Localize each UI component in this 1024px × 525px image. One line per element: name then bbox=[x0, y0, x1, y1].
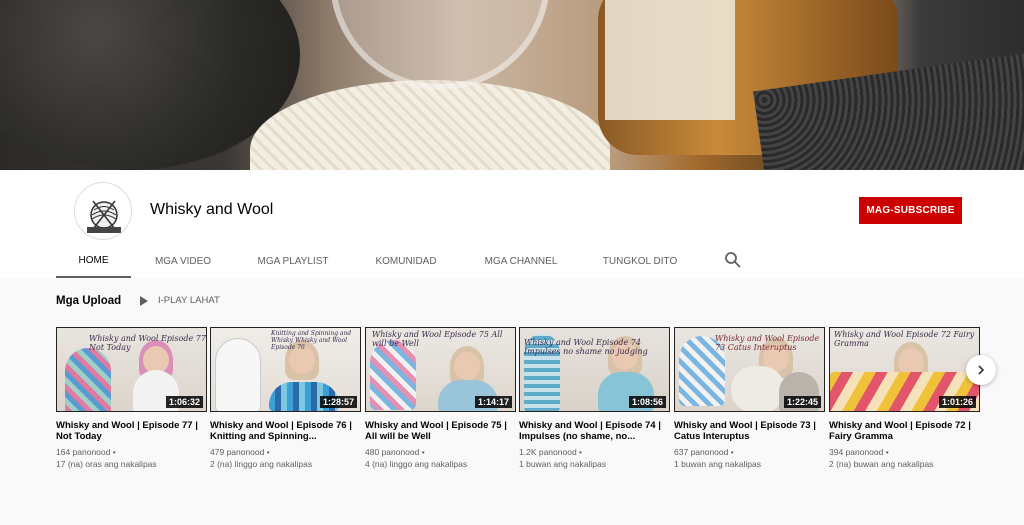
video-views: 394 panonood bbox=[829, 447, 884, 457]
video-title[interactable]: Whisky and Wool | Episode 77 | Not Today bbox=[56, 420, 207, 442]
banner-white-yarn bbox=[250, 80, 610, 170]
banner-bottle-label bbox=[605, 0, 735, 120]
channel-name: Whisky and Wool bbox=[150, 201, 274, 218]
video-views: 164 panonood bbox=[56, 447, 111, 457]
video-thumbnail[interactable]: Whisky and Wool Episode 73 Catus Interup… bbox=[674, 327, 825, 412]
thumbnail-caption: Whisky and Wool Episode 77 Not Today bbox=[89, 334, 206, 352]
video-card[interactable]: Whisky and Wool Episode 75 All will be W… bbox=[365, 327, 516, 470]
video-duration: 1:22:45 bbox=[783, 396, 821, 408]
thumbnail-caption: Whisky and Wool Episode 74 Impulses no s… bbox=[524, 338, 648, 356]
video-title[interactable]: Whisky and Wool | Episode 73 | Catus Int… bbox=[674, 420, 825, 442]
video-views: 1.2K panonood bbox=[519, 447, 577, 457]
thumbnail-caption: Knitting and Spinning and Whisky Whisky … bbox=[271, 330, 352, 351]
video-thumbnail[interactable]: Knitting and Spinning and Whisky Whisky … bbox=[210, 327, 361, 412]
video-title[interactable]: Whisky and Wool | Episode 74 | Impulses … bbox=[519, 420, 670, 442]
video-duration: 1:28:57 bbox=[319, 396, 357, 408]
video-title[interactable]: Whisky and Wool | Episode 72 | Fairy Gra… bbox=[829, 420, 980, 442]
video-age: 2 (na) linggo ang nakalipas bbox=[210, 459, 313, 469]
channel-tabs: HOME MGA VIDEO MGA PLAYLIST KOMUNIDAD MG… bbox=[0, 244, 1024, 278]
tab-playlists[interactable]: MGA PLAYLIST bbox=[249, 244, 337, 278]
uploads-title[interactable]: Mga Upload bbox=[56, 295, 121, 307]
video-age: 2 (na) buwan ang nakalipas bbox=[829, 459, 934, 469]
thumbnail-caption: Whisky and Wool Episode 73 Catus Interup… bbox=[715, 334, 820, 352]
tab-community[interactable]: KOMUNIDAD bbox=[366, 244, 446, 278]
tab-about[interactable]: TUNGKOL DITO bbox=[594, 244, 686, 278]
play-all-label: I-PLAY LAHAT bbox=[158, 295, 220, 306]
video-card[interactable]: Whisky and Wool Episode 77 Not Today 1:0… bbox=[56, 327, 207, 470]
tab-channels[interactable]: MGA CHANNEL bbox=[475, 244, 567, 278]
subscribe-button[interactable]: MAG-SUBSCRIBE bbox=[859, 197, 962, 224]
tab-videos[interactable]: MGA VIDEO bbox=[143, 244, 223, 278]
video-age: 1 buwan ang nakalipas bbox=[519, 459, 606, 469]
search-icon[interactable] bbox=[724, 251, 742, 269]
video-card[interactable]: Knitting and Spinning and Whisky Whisky … bbox=[210, 327, 361, 470]
thumbnail-caption: Whisky and Wool Episode 75 All will be W… bbox=[372, 330, 503, 348]
video-duration: 1:08:56 bbox=[628, 396, 666, 408]
tab-home[interactable]: HOME bbox=[56, 244, 131, 278]
thumbnail-caption: Whisky and Wool Episode 72 Fairy Gramma bbox=[834, 330, 975, 348]
play-all-button[interactable]: I-PLAY LAHAT bbox=[140, 295, 220, 306]
chevron-right-icon bbox=[978, 365, 985, 375]
video-duration: 1:14:17 bbox=[474, 396, 512, 408]
video-thumbnail[interactable]: Whisky and Wool Episode 77 Not Today 1:0… bbox=[56, 327, 207, 412]
video-views: 480 panonood bbox=[365, 447, 420, 457]
play-icon bbox=[140, 295, 148, 306]
video-thumbnail[interactable]: Whisky and Wool Episode 75 All will be W… bbox=[365, 327, 516, 412]
video-title[interactable]: Whisky and Wool | Episode 75 | All will … bbox=[365, 420, 516, 442]
video-thumbnail[interactable]: Whisky and Wool Episode 72 Fairy Gramma … bbox=[829, 327, 980, 412]
video-age: 17 (na) oras ang nakalipas bbox=[56, 459, 157, 469]
channel-banner bbox=[0, 0, 1024, 170]
video-card[interactable]: Whisky and Wool Episode 74 Impulses no s… bbox=[519, 327, 670, 470]
video-views: 479 panonood bbox=[210, 447, 265, 457]
video-card[interactable]: Whisky and Wool Episode 73 Catus Interup… bbox=[674, 327, 825, 470]
video-duration: 1:06:32 bbox=[165, 396, 203, 408]
video-title[interactable]: Whisky and Wool | Episode 76 | Knitting … bbox=[210, 420, 361, 442]
banner-glass bbox=[330, 0, 550, 90]
channel-avatar[interactable] bbox=[74, 182, 132, 240]
avatar-logo bbox=[87, 200, 121, 233]
video-duration: 1:01:26 bbox=[938, 396, 976, 408]
video-card[interactable]: Whisky and Wool Episode 72 Fairy Gramma … bbox=[829, 327, 980, 470]
next-arrow-button[interactable] bbox=[966, 355, 996, 385]
video-views: 637 panonood bbox=[674, 447, 729, 457]
video-age: 1 buwan ang nakalipas bbox=[674, 459, 761, 469]
video-thumbnail[interactable]: Whisky and Wool Episode 74 Impulses no s… bbox=[519, 327, 670, 412]
video-age: 4 (na) linggo ang nakalipas bbox=[365, 459, 468, 469]
